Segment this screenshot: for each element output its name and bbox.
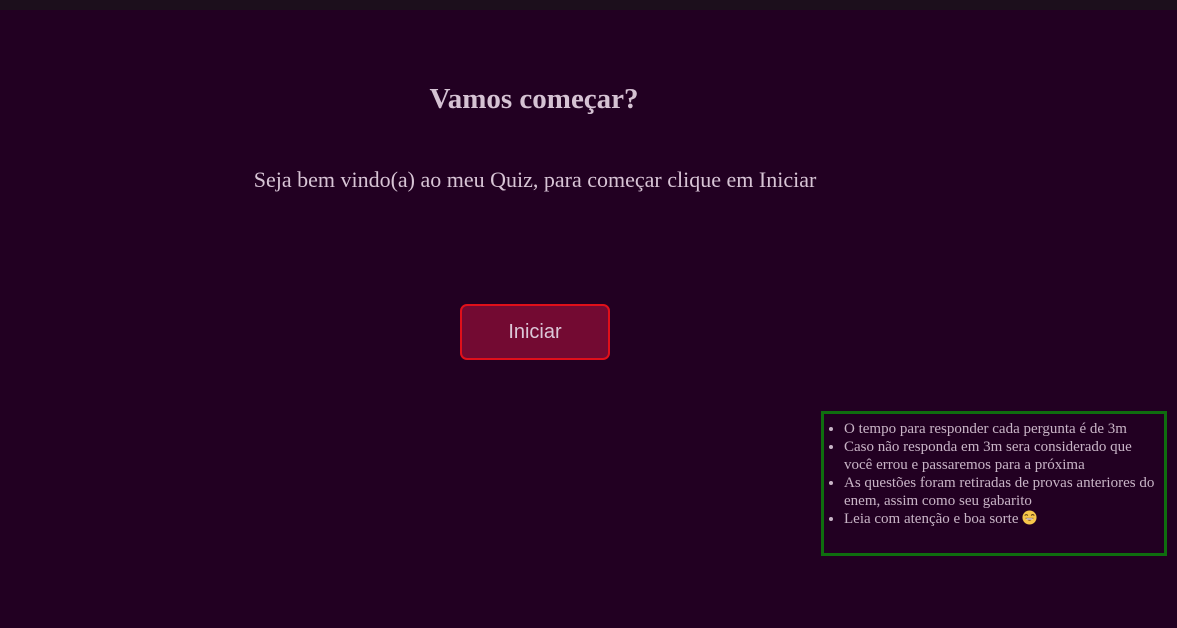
rule-item-timeout: Caso não responda em 3m sera considerado… — [844, 438, 1160, 474]
top-strip — [0, 0, 1177, 10]
start-quiz-button[interactable]: Iniciar — [460, 304, 610, 360]
rule-item-time: O tempo para responder cada pergunta é d… — [844, 420, 1160, 438]
rules-panel: O tempo para responder cada pergunta é d… — [821, 411, 1167, 556]
grinning-face-icon — [1021, 510, 1037, 525]
rules-list: O tempo para responder cada pergunta é d… — [824, 420, 1160, 528]
page-title: Vamos começar? — [429, 83, 639, 115]
welcome-message: Seja bem vindo(a) ao meu Quiz, para come… — [253, 167, 817, 192]
rule-item-good-luck: Leia com atenção e boa sorte — [844, 510, 1160, 528]
rule-item-source: As questões foram retiradas de provas an… — [844, 474, 1160, 510]
